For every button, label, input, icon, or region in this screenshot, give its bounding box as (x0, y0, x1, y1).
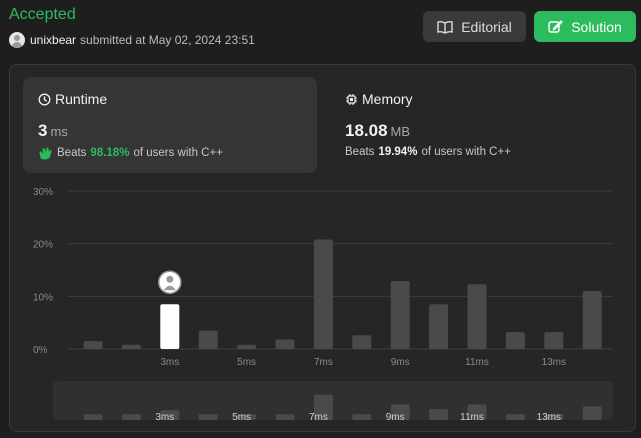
navigator-bar (275, 414, 295, 420)
navigator-bar (582, 406, 602, 420)
runtime-bar[interactable] (582, 291, 602, 349)
y-tick-label: 10% (33, 292, 53, 303)
runtime-bar[interactable] (237, 344, 257, 349)
runtime-bar[interactable] (390, 281, 410, 349)
runtime-bar[interactable] (505, 332, 525, 349)
x-tick-label: 11ms (465, 357, 489, 368)
y-tick-label: 20% (33, 240, 53, 251)
runtime-bar[interactable] (467, 284, 487, 349)
navigator-tick-label: 7ms (309, 412, 328, 423)
navigator-bar (505, 414, 525, 420)
runtime-distribution-chart[interactable]: 30% 20% 10% 0% 3ms 5ms 7ms 9ms 11ms 13ms 3ms 5ms 7ms… (0, 0, 641, 438)
navigator-bar (83, 414, 103, 420)
navigator-bar (429, 409, 449, 420)
runtime-bar[interactable] (352, 335, 372, 349)
x-tick-label: 3ms (160, 357, 179, 368)
y-tick-label: 30% (33, 187, 53, 198)
x-tick-label: 7ms (314, 357, 333, 368)
navigator-tick-label: 13ms (537, 412, 561, 423)
runtime-bar[interactable] (198, 330, 218, 349)
x-tick-label: 9ms (391, 357, 410, 368)
y-tick-label: 0% (33, 345, 48, 356)
navigator-bar (198, 414, 218, 420)
runtime-bar[interactable] (313, 239, 333, 349)
runtime-bar[interactable] (544, 332, 564, 349)
current-runtime-bar[interactable] (160, 304, 180, 349)
runtime-bar[interactable] (429, 304, 449, 349)
navigator-tick-label: 9ms (386, 412, 405, 423)
runtime-bar[interactable] (83, 341, 103, 349)
runtime-bar[interactable] (121, 344, 141, 349)
user-marker-head (166, 275, 174, 283)
navigator-bar (352, 414, 372, 420)
runtime-bar[interactable] (275, 339, 295, 349)
x-tick-label: 13ms (542, 357, 566, 368)
navigator-tick-label: 5ms (232, 412, 251, 423)
navigator-tick-label: 3ms (155, 412, 174, 423)
x-tick-label: 5ms (237, 357, 256, 368)
navigator-tick-label: 11ms (460, 412, 484, 423)
navigator-bar (121, 414, 141, 420)
